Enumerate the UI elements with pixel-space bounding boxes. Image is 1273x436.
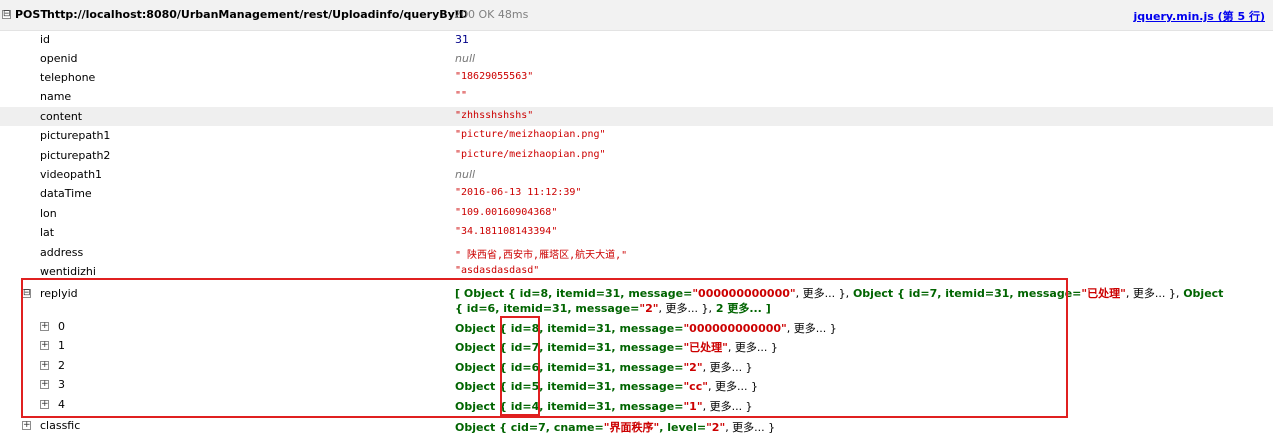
- source-link[interactable]: jquery.min.js (第 5 行): [1134, 8, 1265, 24]
- field-value: "18629055563": [455, 71, 534, 82]
- field-value: "109.00160904368": [455, 207, 558, 218]
- field-key: picturepath1: [40, 129, 111, 142]
- field-row-videopath1[interactable]: videopath1 null: [0, 165, 1273, 184]
- field-key: wentidizhi: [40, 265, 96, 278]
- field-key: videopath1: [40, 168, 103, 181]
- request-url[interactable]: http://localhost:8080/UrbanManagement/re…: [47, 8, 468, 21]
- field-key: lat: [40, 226, 55, 239]
- request-status: 200 OK 48ms: [454, 8, 529, 21]
- field-row-classfic[interactable]: + classfic Object { cid=7, cname="界面秩序",…: [0, 416, 1273, 435]
- field-value[interactable]: Object { cid=7, cname="界面秩序", level="2",…: [455, 419, 775, 435]
- field-value: "34.181108143394": [455, 226, 558, 237]
- field-value: "asdasdasdasd": [455, 265, 540, 276]
- field-key: openid: [40, 52, 78, 65]
- field-key: picturepath2: [40, 149, 111, 162]
- field-key: telephone: [40, 71, 96, 84]
- request-method: POST: [15, 8, 48, 21]
- id-column-highlight-box: [500, 316, 540, 416]
- field-key: id: [40, 33, 51, 46]
- field-value: null: [455, 168, 476, 181]
- field-key: content: [40, 110, 83, 123]
- field-key: classfic: [40, 419, 81, 432]
- field-row-datatime[interactable]: dataTime "2016-06-13 11:12:39": [0, 184, 1273, 203]
- field-value: null: [455, 52, 476, 65]
- field-row-openid[interactable]: openid null: [0, 49, 1273, 68]
- field-key: dataTime: [40, 187, 92, 200]
- field-row-lat[interactable]: lat "34.181108143394": [0, 223, 1273, 242]
- field-row-id[interactable]: id 31: [0, 30, 1273, 49]
- field-value: "picture/meizhaopian.png": [455, 149, 606, 160]
- field-value: 31: [455, 33, 469, 46]
- request-header[interactable]: ⊟ POST http://localhost:8080/UrbanManage…: [0, 0, 1273, 31]
- plus-box-icon[interactable]: +: [22, 421, 31, 430]
- field-value: "": [455, 90, 468, 101]
- field-key: address: [40, 246, 84, 259]
- replyid-highlight-box: [21, 278, 1068, 418]
- field-row-address[interactable]: address " 陕西省,西安市,雁塔区,航天大道,": [0, 243, 1273, 262]
- field-key: name: [40, 90, 72, 103]
- field-row-telephone[interactable]: telephone "18629055563": [0, 68, 1273, 87]
- field-value: "2016-06-13 11:12:39": [455, 187, 582, 198]
- field-row-name[interactable]: name "": [0, 87, 1273, 106]
- field-value: "picture/meizhaopian.png": [455, 129, 606, 140]
- minus-box-icon[interactable]: ⊟: [2, 10, 11, 19]
- field-row-content[interactable]: content "zhhsshshshs": [0, 107, 1273, 126]
- field-row-lon[interactable]: lon "109.00160904368": [0, 204, 1273, 223]
- field-row-picturepath1[interactable]: picturepath1 "picture/meizhaopian.png": [0, 126, 1273, 145]
- field-key: lon: [40, 207, 57, 220]
- field-value: " 陕西省,西安市,雁塔区,航天大道,": [455, 250, 628, 261]
- field-value: "zhhsshshshs": [455, 110, 534, 121]
- field-row-picturepath2[interactable]: picturepath2 "picture/meizhaopian.png": [0, 146, 1273, 165]
